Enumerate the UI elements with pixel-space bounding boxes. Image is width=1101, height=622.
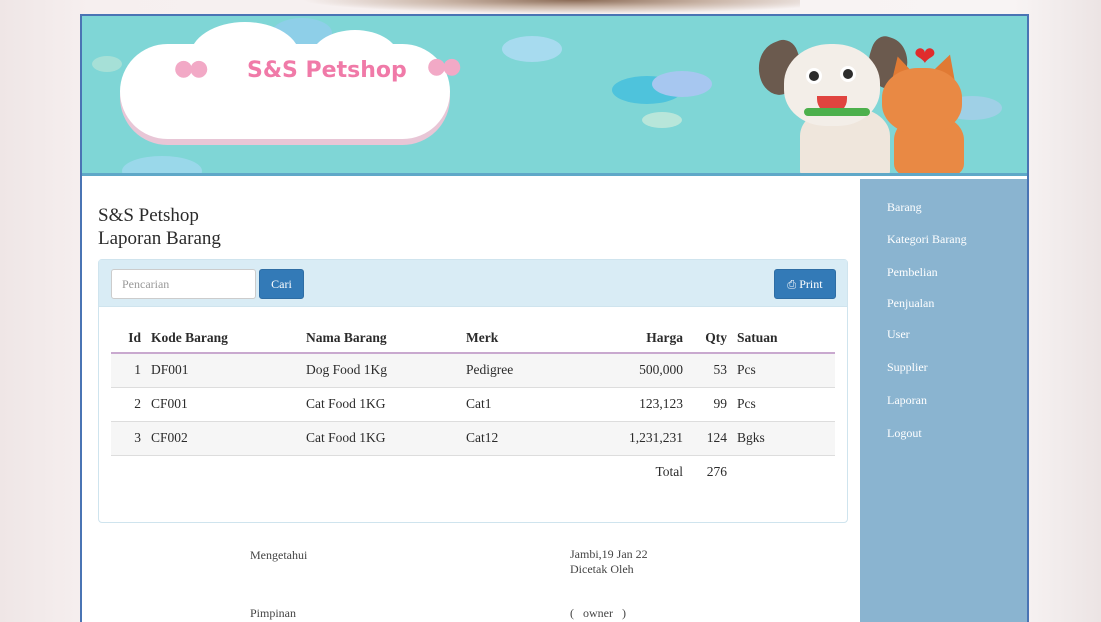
banner-bubble	[642, 112, 682, 128]
brand-logo-text: S&S Petshop	[247, 58, 407, 83]
signature-owner: ( owner )	[570, 606, 626, 620]
header-id: Id	[111, 323, 151, 354]
table-row: 1 DF001 Dog Food 1Kg Pedigree 500,000 53…	[111, 352, 835, 387]
banner-bubble	[652, 71, 712, 97]
empty-cell	[151, 454, 306, 489]
search-input[interactable]	[111, 269, 256, 299]
search-button[interactable]: Cari	[259, 269, 304, 299]
paw-icon: ●●	[427, 54, 461, 79]
header-banner: ●● ●● S&S Petshop ❤	[82, 16, 1027, 176]
cell-nama: Cat Food 1KG	[306, 386, 466, 421]
header-satuan: Satuan	[737, 323, 835, 354]
cell-qty: 124	[697, 420, 737, 455]
header-kode-barang: Kode Barang	[151, 323, 306, 354]
empty-cell	[306, 454, 466, 489]
signature-place-date: Jambi,19 Jan 22	[570, 547, 648, 561]
signature-printed-by: Dicetak Oleh	[570, 562, 634, 576]
panel-toolbar: Cari ⎙Print	[99, 260, 847, 307]
cell-id: 1	[111, 352, 151, 387]
cell-harga: 500,000	[574, 352, 697, 387]
empty-cell	[737, 454, 835, 489]
banner-bubble	[122, 156, 202, 173]
cell-qty: 53	[697, 352, 737, 387]
total-label: Total	[574, 454, 697, 489]
sidebar-item-laporan[interactable]: Laporan	[887, 393, 927, 408]
cat-illustration	[882, 68, 962, 134]
cell-satuan: Bgks	[737, 420, 835, 455]
sidebar-item-barang[interactable]: Barang	[887, 200, 922, 215]
cell-harga: 1,231,231	[574, 420, 697, 455]
cell-satuan: Pcs	[737, 352, 835, 387]
header-merk: Merk	[466, 323, 574, 354]
dog-eye	[806, 68, 822, 84]
cell-kode: DF001	[151, 352, 306, 387]
app-frame: ●● ●● S&S Petshop ❤ S&S Petshop Laporan …	[80, 14, 1029, 622]
table-header-row: Id Kode Barang Nama Barang Merk Harga Qt…	[111, 323, 835, 354]
printer-icon: ⎙	[787, 278, 797, 291]
cell-id: 3	[111, 420, 151, 455]
table-row: 2 CF001 Cat Food 1KG Cat1 123,123 99 Pcs	[111, 386, 835, 421]
sidebar-item-penjualan[interactable]: Penjualan	[887, 296, 934, 311]
report-panel: Cari ⎙Print Id Kode Barang Nama Barang M…	[98, 259, 848, 523]
sidebar-item-kategori-barang[interactable]: Kategori Barang	[887, 232, 967, 247]
empty-cell	[466, 454, 574, 489]
empty-cell	[111, 454, 151, 489]
cell-kode: CF002	[151, 420, 306, 455]
report-title: Laporan Barang	[98, 228, 221, 249]
main-content: S&S Petshop Laporan Barang Cari ⎙Print I…	[82, 179, 860, 622]
items-table: Id Kode Barang Nama Barang Merk Harga Qt…	[111, 323, 835, 489]
sidebar-item-logout[interactable]: Logout	[887, 426, 922, 441]
sidebar-item-pembelian[interactable]: Pembelian	[887, 265, 938, 280]
print-button-label: Print	[799, 277, 823, 291]
signature-mengetahui: Mengetahui	[250, 548, 308, 562]
cell-merk: Cat12	[466, 420, 574, 455]
background-photo-edge	[300, 0, 800, 14]
table-row: 3 CF002 Cat Food 1KG Cat12 1,231,231 124…	[111, 420, 835, 455]
cell-kode: CF001	[151, 386, 306, 421]
total-qty: 276	[697, 454, 737, 489]
header-nama-barang: Nama Barang	[306, 323, 466, 354]
cell-id: 2	[111, 386, 151, 421]
signature-pimpinan: Pimpinan	[250, 606, 297, 620]
report-company: S&S Petshop	[98, 205, 199, 226]
dog-eye	[840, 66, 856, 82]
total-row: Total 276	[111, 454, 835, 489]
paw-icon: ●●	[174, 56, 208, 81]
cell-nama: Cat Food 1KG	[306, 420, 466, 455]
sidebar-menu: Barang Kategori Barang Pembelian Penjual…	[860, 179, 1027, 622]
heart-icon: ❤	[914, 42, 936, 72]
header-qty: Qty	[697, 323, 737, 354]
header-harga: Harga	[574, 323, 697, 354]
cell-satuan: Pcs	[737, 386, 835, 421]
banner-bubble	[92, 56, 122, 72]
cell-merk: Cat1	[466, 386, 574, 421]
banner-bubble	[502, 36, 562, 62]
sidebar-item-supplier[interactable]: Supplier	[887, 360, 928, 375]
cell-harga: 123,123	[574, 386, 697, 421]
cell-qty: 99	[697, 386, 737, 421]
print-button[interactable]: ⎙ Print	[774, 269, 836, 299]
cell-nama: Dog Food 1Kg	[306, 352, 466, 387]
dog-collar	[804, 108, 870, 116]
cell-merk: Pedigree	[466, 352, 574, 387]
sidebar-item-user[interactable]: User	[887, 327, 910, 342]
